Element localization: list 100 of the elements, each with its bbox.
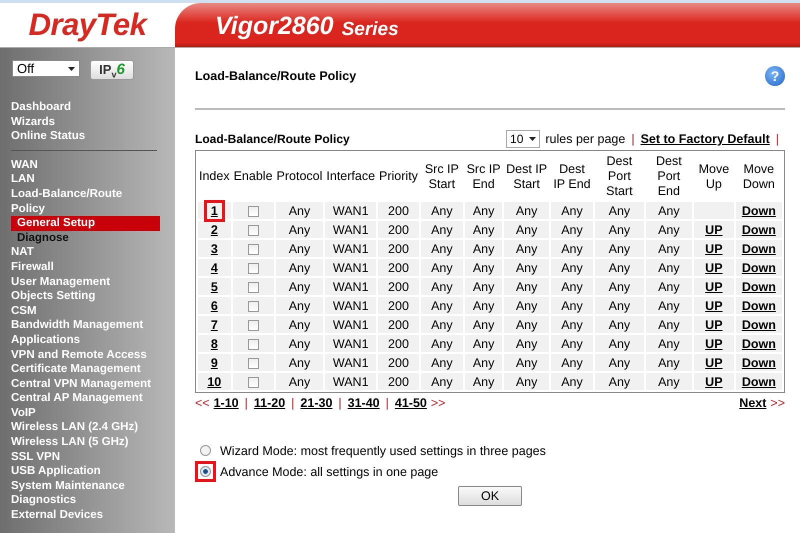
column-header: Protocol <box>276 168 324 185</box>
enable-checkbox[interactable] <box>248 244 259 255</box>
sidebar-item[interactable]: General Setup <box>11 216 160 231</box>
sidebar-item[interactable]: WAN <box>11 158 154 172</box>
column-header: Dest IP Start <box>505 160 548 192</box>
table-cell: Any <box>464 354 502 371</box>
sidebar-item[interactable]: VPN and Remote Access <box>11 348 154 362</box>
page-link[interactable]: 21-30 <box>300 396 332 410</box>
sidebar-item[interactable]: USB Application <box>11 464 154 479</box>
sidebar-item[interactable]: Central AP Management <box>11 391 154 406</box>
table-cell: Any <box>646 202 692 219</box>
table-cell: Any <box>595 297 644 314</box>
table-cell: Any <box>595 259 644 276</box>
sidebar-item[interactable]: Diagnose <box>11 230 160 246</box>
table-cell: Any <box>276 335 324 352</box>
separator: | <box>631 132 635 146</box>
table-cell: Any <box>420 297 463 314</box>
column-header: Src IP Start <box>424 160 460 192</box>
table-cell: Any <box>595 316 644 333</box>
separator: | <box>386 396 389 410</box>
ipv6-button[interactable]: IP$_{v}$6 <box>90 60 134 80</box>
enable-checkbox[interactable] <box>248 224 259 236</box>
column-header: Enable <box>232 168 274 185</box>
table-cell: 200 <box>378 297 419 314</box>
sidebar-item[interactable]: Bandwidth Management <box>11 318 154 333</box>
table-cell: Any <box>646 240 692 257</box>
table-cell: Any <box>420 335 463 352</box>
enable-checkbox[interactable] <box>248 206 259 217</box>
table-cell: WAN1 <box>325 354 376 371</box>
enable-checkbox[interactable] <box>248 262 259 274</box>
table-cell: 200 <box>378 316 419 333</box>
table-cell: Any <box>420 373 463 390</box>
table-cell: Any <box>595 221 644 238</box>
table-cell: Any <box>464 202 502 219</box>
sidebar-item[interactable]: System Maintenance <box>11 478 154 494</box>
table-cell: Any <box>464 259 502 276</box>
sidebar-item[interactable]: Objects Setting <box>11 289 154 304</box>
table-cell: Any <box>276 240 324 257</box>
sidebar-item[interactable]: Online Status <box>11 129 154 144</box>
sidebar-item[interactable]: NAT <box>11 245 154 260</box>
sidebar-item[interactable]: External Devices <box>11 508 154 523</box>
next-arrows[interactable]: >> <box>430 396 446 410</box>
table-cell: Any <box>646 278 692 295</box>
table-cell: WAN1 <box>325 316 376 333</box>
mode-select[interactable]: Off <box>12 60 80 77</box>
sidebar-item[interactable]: Applications <box>11 332 154 348</box>
enable-checkbox[interactable] <box>248 282 259 293</box>
previous-arrows[interactable]: << <box>195 396 210 410</box>
next-trail-arrows[interactable]: >> <box>770 396 785 410</box>
table-cell: WAN1 <box>325 202 376 219</box>
sidebar-item[interactable]: Diagnostics <box>11 493 154 508</box>
enable-checkbox[interactable] <box>248 338 259 350</box>
table-cell: Any <box>550 354 594 371</box>
table-cell: Any <box>646 335 692 352</box>
sidebar-item[interactable]: Wizards <box>11 114 154 130</box>
page-link[interactable]: 1-10 <box>214 396 239 410</box>
table-cell: Any <box>504 240 549 257</box>
table-cell: 200 <box>378 373 419 390</box>
table-cell: Any <box>464 221 502 238</box>
table-cell: Any <box>464 316 502 333</box>
table-cell: Any <box>276 354 324 371</box>
sidebar-item[interactable]: SSL VPN <box>11 450 154 464</box>
enable-checkbox[interactable] <box>248 376 259 388</box>
rules-per-page-select[interactable]: 10 <box>506 130 540 148</box>
page-link[interactable]: 41-50 <box>394 396 427 410</box>
sidebar-item[interactable]: CSM <box>11 304 154 318</box>
table-cell: Any <box>276 259 324 276</box>
column-header: Dest Port End <box>654 153 683 200</box>
table-cell: 200 <box>378 221 419 238</box>
table-cell: Any <box>550 259 594 276</box>
table-cell: Any <box>504 297 549 314</box>
mode-label: Wizard Mode: most frequently used settings in three pages <box>220 444 546 458</box>
model-name: Vigor2860 <box>215 12 334 41</box>
table-cell: Any <box>504 259 549 276</box>
column-header: Src IP End <box>466 160 502 192</box>
table-cell: WAN1 <box>325 240 376 257</box>
brand-logo: DrayTek <box>28 6 149 44</box>
factory-default-link[interactable]: Set to Factory Default <box>640 132 770 146</box>
enable-checkbox[interactable] <box>248 320 259 331</box>
enable-checkbox[interactable] <box>248 300 259 312</box>
table-cell: Any <box>420 240 463 257</box>
table-cell: Any <box>595 278 644 295</box>
page-link[interactable]: 31-40 <box>348 396 380 410</box>
enable-checkbox[interactable] <box>248 358 259 369</box>
sidebar-item[interactable]: Dashboard <box>11 100 154 115</box>
sidebar-item[interactable]: Load-Balance/Route Policy <box>11 186 154 216</box>
column-header: Priority <box>378 168 419 185</box>
page-link[interactable]: 11-20 <box>254 396 286 410</box>
sidebar-item[interactable]: VoIP <box>11 406 154 420</box>
column-header: Move Down <box>742 160 776 192</box>
sidebar-item[interactable]: LAN <box>11 172 154 187</box>
sidebar-item[interactable]: Certificate Management <box>11 362 154 377</box>
rules-per-page-label: rules per page <box>545 132 626 146</box>
sidebar-item[interactable]: Firewall <box>11 260 154 275</box>
table-cell: Any <box>646 297 692 314</box>
sidebar-item[interactable]: User Management <box>11 274 154 290</box>
ok-button[interactable]: OK <box>458 486 522 506</box>
next-link[interactable]: Next <box>739 396 766 410</box>
separator: | <box>776 132 779 146</box>
mode-radio[interactable] <box>195 461 216 482</box>
